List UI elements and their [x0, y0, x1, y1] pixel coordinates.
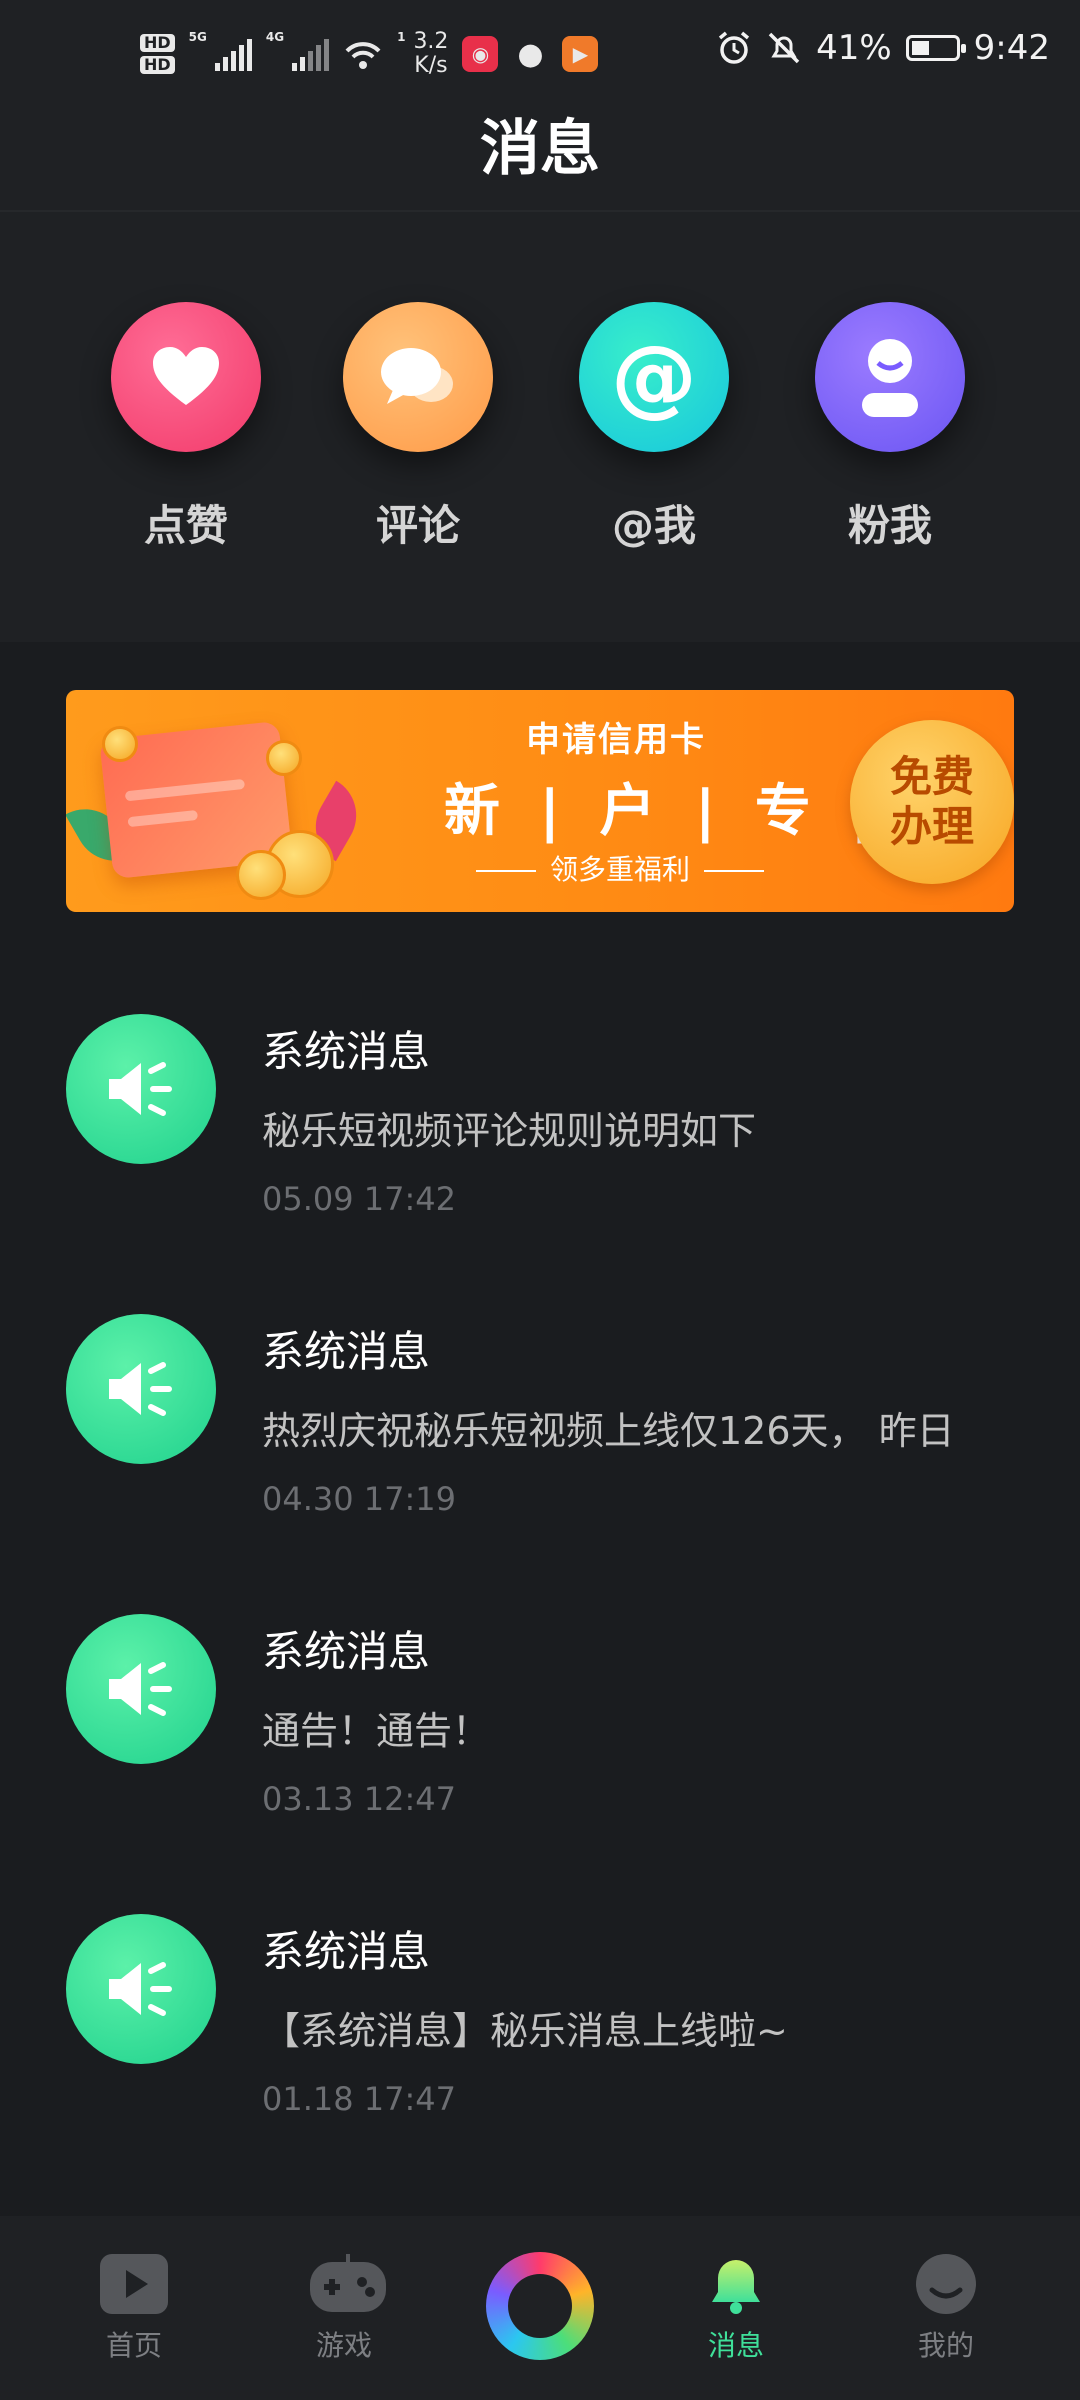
follower-icon — [815, 302, 965, 452]
network-speed: 3.2 K/s — [413, 30, 448, 78]
quick-action-likes[interactable]: 点赞 — [106, 302, 266, 553]
nav-games-label: 游戏 — [315, 2329, 372, 2362]
message-item[interactable]: 系统消息 热烈庆祝秘乐短视频上线仅126天， 昨日 04.30 17:19 — [0, 1310, 1080, 1610]
alarm-icon — [718, 31, 750, 64]
message-time: 04.30 17:19 — [262, 1480, 456, 1518]
message-title: 系统消息 — [262, 1027, 431, 1076]
coin-decoration — [266, 740, 302, 776]
quick-action-mentions-label: @我 — [611, 501, 696, 550]
nav-messages[interactable]: 消息 — [666, 2252, 806, 2364]
at-icon: @ — [579, 302, 729, 452]
bell-muted-icon — [768, 32, 800, 64]
quick-actions: 点赞 评论 @ @我 粉我 — [0, 212, 1080, 642]
network-type-4g: 4G — [265, 30, 285, 44]
message-preview: 热烈庆祝秘乐短视频上线仅126天， 昨日 — [262, 1409, 955, 1453]
wifi-badge: 1 — [397, 30, 406, 44]
heart-icon — [111, 302, 261, 452]
nav-home[interactable]: 首页 — [64, 2252, 204, 2364]
status-right: 41% 9:42 — [716, 28, 1050, 68]
signal-strength-2-icon — [292, 37, 330, 71]
message-title: 系统消息 — [262, 1927, 431, 1976]
create-ring-icon[interactable] — [486, 2252, 594, 2360]
clock-time: 9:42 — [973, 28, 1050, 68]
comment-icon — [343, 302, 493, 452]
bottom-nav: 首页 游戏 消息 我的 — [0, 2216, 1080, 2400]
banner-subtitle: 申请信用卡 — [526, 720, 706, 760]
gamepad-icon — [308, 2252, 386, 2316]
status-left: HD HD 5G 4G 1 3.2 K/s ◉ ● ▶ — [140, 30, 599, 78]
nav-games[interactable]: 游戏 — [274, 2252, 414, 2364]
quick-action-followers-label: 粉我 — [847, 501, 932, 550]
nav-messages-label: 消息 — [707, 2329, 764, 2362]
profile-icon — [910, 2252, 982, 2316]
network-type-5g: 5G — [188, 30, 207, 44]
quick-action-comments-label: 评论 — [375, 501, 460, 550]
message-item[interactable]: 系统消息 通告！通告！ 03.13 12:47 — [0, 1610, 1080, 1910]
battery-level-fill — [911, 41, 929, 55]
bell-icon — [700, 2252, 772, 2316]
quick-action-followers[interactable]: 粉我 — [810, 302, 970, 553]
message-time: 05.09 17:42 — [262, 1180, 456, 1218]
battery-percent: 41% — [816, 28, 892, 68]
nav-home-label: 首页 — [105, 2329, 162, 2362]
credit-card-ad-banner[interactable]: 申请信用卡 新 | 户 | 专 | 享 领多重福利 免费 办理 — [66, 690, 1014, 912]
chat-notification-icon: ● — [517, 36, 544, 72]
speaker-icon — [66, 1914, 216, 2064]
speaker-icon — [66, 1014, 216, 1164]
sim-indicators: HD HD — [140, 34, 175, 74]
battery-icon — [905, 35, 966, 61]
status-bar: HD HD 5G 4G 1 3.2 K/s ◉ ● ▶ 41% 9:42 — [0, 0, 1080, 92]
speaker-icon — [66, 1314, 216, 1464]
speaker-icon — [66, 1614, 216, 1764]
network-speed-value: 3.2 — [413, 29, 449, 54]
sim2-hd-badge: HD — [140, 56, 175, 74]
signal-strength-icon — [214, 37, 252, 71]
banner-button-line2: 办理 — [889, 802, 974, 851]
video-play-icon — [98, 2252, 170, 2316]
message-title: 系统消息 — [262, 1327, 431, 1376]
banner-apply-button[interactable]: 免费 办理 — [850, 720, 1014, 884]
banner-button-line1: 免费 — [889, 752, 974, 801]
page-title: 消息 — [480, 114, 600, 184]
message-time: 03.13 12:47 — [262, 1780, 456, 1818]
banner-footer: 领多重福利 — [462, 848, 778, 888]
nav-profile-label: 我的 — [917, 2329, 974, 2362]
message-preview: 通告！通告！ — [262, 1709, 491, 1753]
message-list: 系统消息 秘乐短视频评论规则说明如下 05.09 17:42 系统消息 热烈庆祝… — [0, 1010, 1080, 2210]
sim1-hd-badge: HD — [140, 34, 175, 52]
coin-decoration — [102, 726, 138, 762]
page-header: 消息 — [0, 92, 1080, 212]
quick-action-likes-label: 点赞 — [143, 501, 228, 550]
quick-action-mentions[interactable]: @ @我 — [574, 302, 734, 553]
nav-profile[interactable]: 我的 — [876, 2252, 1016, 2364]
message-item[interactable]: 系统消息 【系统消息】秘乐消息上线啦~ 01.18 17:47 — [0, 1910, 1080, 2210]
wifi-icon — [345, 42, 381, 69]
quick-action-comments[interactable]: 评论 — [338, 302, 498, 553]
message-preview: 秘乐短视频评论规则说明如下 — [262, 1109, 757, 1153]
message-time: 01.18 17:47 — [262, 2080, 456, 2118]
video-app-notification-icon: ▶ — [562, 36, 599, 72]
message-preview: 【系统消息】秘乐消息上线啦~ — [262, 2009, 788, 2053]
message-title: 系统消息 — [262, 1627, 431, 1676]
app-notification-icon: ◉ — [462, 36, 499, 72]
message-item[interactable]: 系统消息 秘乐短视频评论规则说明如下 05.09 17:42 — [0, 1010, 1080, 1310]
coin-decoration — [236, 850, 286, 900]
network-speed-unit: K/s — [414, 53, 448, 78]
